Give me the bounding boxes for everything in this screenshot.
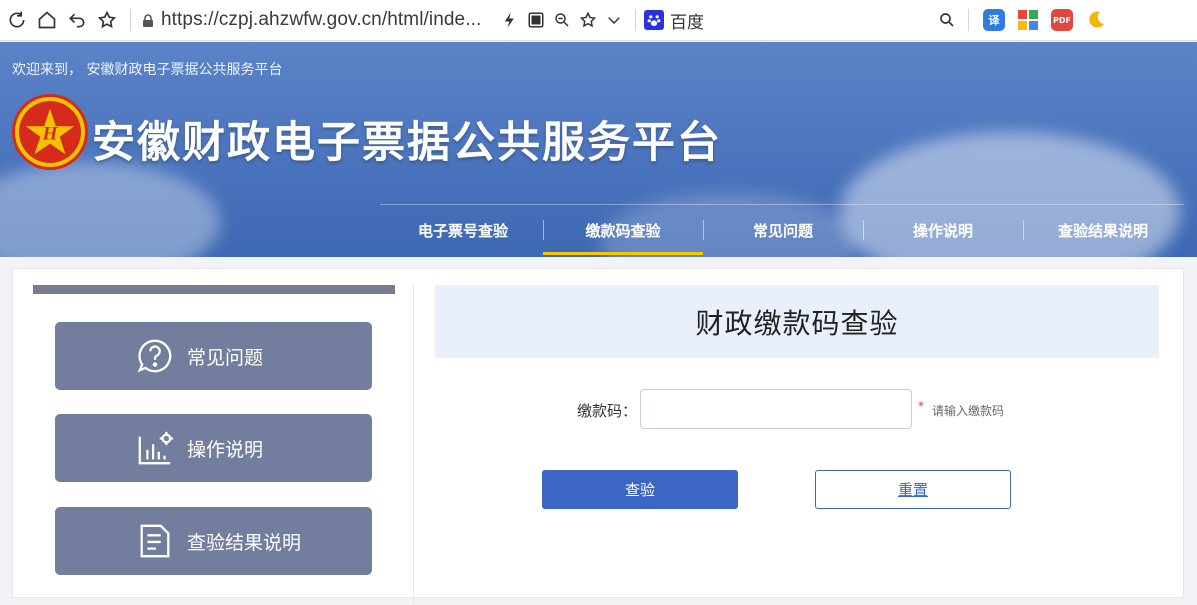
zoom-icon[interactable] xyxy=(549,5,575,35)
sidebar-item-label: 操作说明 xyxy=(187,438,264,461)
question-bubble-icon xyxy=(135,336,175,376)
content-area: 常见问题 操作说明 查验结果说明 财政缴款码查验 缴款码： * 请输入缴款码 查… xyxy=(12,268,1184,605)
document-icon xyxy=(135,521,175,561)
nav-item-faq[interactable]: 常见问题 xyxy=(703,205,863,255)
nav-item-ticket-number-check[interactable]: 电子票号查验 xyxy=(383,205,543,255)
form-title: 财政缴款码查验 xyxy=(695,306,899,340)
url-text[interactable]: https://czpj.ahzwfw.gov.cn/html/inde... xyxy=(161,9,497,31)
payment-code-hint: 请输入缴款码 xyxy=(932,404,1005,418)
form-title-panel: 财政缴款码查验 xyxy=(435,285,1159,358)
baidu-icon xyxy=(644,10,664,30)
main-nav: 电子票号查验 缴款码查验 常见问题 操作说明 查验结果说明 xyxy=(383,205,1183,255)
site-banner: 欢迎来到， 安徽财政电子票据公共服务平台 H 安徽财政电子票据公共服务平台 电子… xyxy=(0,42,1197,257)
moon-icon[interactable] xyxy=(1085,9,1107,31)
site-title: 安徽财政电子票据公共服务平台 xyxy=(92,118,722,168)
sidebar-item-instructions[interactable]: 操作说明 xyxy=(55,414,372,482)
required-mark: * xyxy=(918,399,924,413)
sidebar-item-faq[interactable]: 常见问题 xyxy=(55,322,372,390)
toolbar-separator xyxy=(130,9,131,31)
nav-item-payment-code-check[interactable]: 缴款码查验 xyxy=(543,205,703,255)
lightning-icon[interactable] xyxy=(497,5,523,35)
svg-text:H: H xyxy=(41,124,58,145)
lock-icon xyxy=(141,13,155,27)
pdf-icon[interactable]: PDF xyxy=(1051,9,1073,31)
chevron-down-icon[interactable] xyxy=(601,5,627,35)
search-icon[interactable] xyxy=(934,5,960,35)
cloud-decoration xyxy=(0,162,220,257)
home-icon[interactable] xyxy=(32,5,62,35)
payment-code-field-row: 缴款码： * 请输入缴款码 xyxy=(435,389,1159,429)
nav-item-result-explanation[interactable]: 查验结果说明 xyxy=(1023,205,1183,255)
qr-icon[interactable] xyxy=(523,5,549,35)
payment-code-input[interactable] xyxy=(640,389,912,429)
welcome-text: 欢迎来到， 安徽财政电子票据公共服务平台 xyxy=(12,62,283,78)
content-divider xyxy=(413,285,414,605)
sidebar-item-label: 查验结果说明 xyxy=(187,531,302,554)
toolbar-separator xyxy=(968,9,969,31)
address-bar[interactable]: https://czpj.ahzwfw.gov.cn/html/inde... xyxy=(139,5,497,35)
favorite-icon[interactable] xyxy=(575,5,601,35)
site-emblem-logo: H xyxy=(12,94,88,170)
sidebar-top-bar xyxy=(33,285,395,294)
reload-icon[interactable] xyxy=(2,5,32,35)
search-engine-selector[interactable]: 百度 xyxy=(644,8,934,33)
translate-icon[interactable]: 译 xyxy=(983,9,1005,31)
sidebar: 常见问题 操作说明 查验结果说明 xyxy=(33,285,395,605)
search-engine-label: 百度 xyxy=(670,12,704,33)
back-icon[interactable] xyxy=(62,5,92,35)
apps-icon[interactable] xyxy=(1017,9,1039,31)
bookmark-star-icon[interactable] xyxy=(92,5,122,35)
sidebar-item-label: 常见问题 xyxy=(187,346,264,369)
nav-item-instructions[interactable]: 操作说明 xyxy=(863,205,1023,255)
browser-toolbar: https://czpj.ahzwfw.gov.cn/html/inde... … xyxy=(0,0,1197,41)
sidebar-item-result-explanation[interactable]: 查验结果说明 xyxy=(55,507,372,575)
check-button[interactable]: 查验 xyxy=(542,470,738,509)
reset-button[interactable]: 重置 xyxy=(815,470,1011,509)
payment-code-label: 缴款码： xyxy=(577,402,638,420)
toolbar-separator xyxy=(635,9,636,31)
operation-chart-icon xyxy=(135,428,175,468)
